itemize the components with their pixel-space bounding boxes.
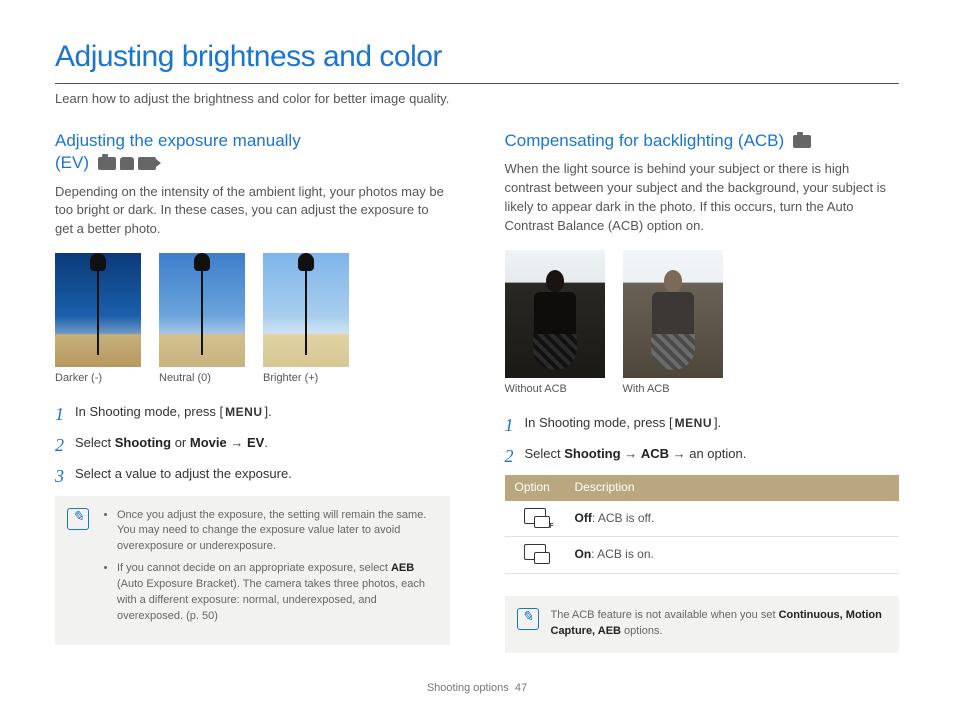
cell-text: : ACB is on.	[591, 547, 654, 561]
ev-heading-line1: Adjusting the exposure manually	[55, 131, 301, 150]
table-header-description: Description	[565, 475, 900, 500]
bold: Movie	[190, 435, 227, 450]
step-text: ].	[265, 404, 272, 419]
page-number: 47	[515, 682, 527, 694]
sample-neutral	[159, 253, 245, 367]
acb-heading-text: Compensating for backlighting (ACB)	[505, 131, 785, 150]
ev-steps: In Shooting mode, press [MENU]. Select S…	[55, 403, 450, 484]
acb-sample-row: Without ACB With ACB	[505, 250, 900, 398]
step-text: → an option.	[669, 446, 746, 461]
step-text: Select	[525, 446, 565, 461]
bold: AEB	[391, 562, 414, 574]
ev-step-1: In Shooting mode, press [MENU].	[55, 403, 450, 422]
anti-shake-mode-icon	[120, 157, 134, 170]
note-text: If you cannot decide on an appropriate e…	[117, 562, 391, 574]
left-column: Adjusting the exposure manually (EV) Dep…	[55, 130, 450, 653]
step-text: In Shooting mode, press [	[75, 404, 223, 419]
ev-step-2: Select Shooting or Movie → EV.	[55, 434, 450, 453]
step-text: In Shooting mode, press [	[525, 415, 673, 430]
note-icon: ✎	[67, 508, 89, 530]
acb-heading: Compensating for backlighting (ACB)	[505, 130, 900, 152]
camera-mode-icon	[98, 157, 116, 170]
sample-darker	[55, 253, 141, 367]
camera-mode-icon	[793, 135, 811, 148]
acb-options-table: Option Description OFF Off: ACB is off. …	[505, 475, 900, 573]
bold: On	[575, 547, 592, 561]
step-text: →	[227, 435, 247, 450]
ev-sample-row: Darker (-) Neutral (0) Brighter (+)	[55, 253, 450, 387]
acb-step-1: In Shooting mode, press [MENU].	[505, 414, 900, 433]
acb-note-box: ✎ The ACB feature is not available when …	[505, 596, 900, 654]
step-text: ].	[714, 415, 721, 430]
ev-heading: Adjusting the exposure manually (EV)	[55, 130, 450, 174]
note-icon: ✎	[517, 608, 539, 630]
acb-steps: In Shooting mode, press [MENU]. Select S…	[505, 414, 900, 464]
sample-without-acb	[505, 250, 605, 378]
note-item: Once you adjust the exposure, the settin…	[117, 508, 436, 556]
footer-section: Shooting options	[427, 682, 509, 694]
table-header-option: Option	[505, 475, 565, 500]
caption-with-acb: With ACB	[623, 382, 723, 398]
note-text: The ACB feature is not available when yo…	[551, 609, 779, 621]
page-title: Adjusting brightness and color	[55, 35, 899, 84]
caption-neutral: Neutral (0)	[159, 371, 245, 387]
cell-text: : ACB is off.	[592, 511, 654, 525]
menu-button-label: MENU	[673, 415, 714, 432]
note-item: If you cannot decide on an appropriate e…	[117, 561, 436, 625]
table-row: OFF Off: ACB is off.	[505, 501, 900, 537]
ev-note-box: ✎ Once you adjust the exposure, the sett…	[55, 496, 450, 646]
bold: Shooting	[564, 446, 620, 461]
acb-on-icon	[524, 544, 546, 560]
step-text: →	[621, 446, 641, 461]
page-lead: Learn how to adjust the brightness and c…	[55, 90, 899, 109]
note-text: (Auto Exposure Bracket). The camera take…	[117, 578, 425, 622]
bold: Shooting	[115, 435, 171, 450]
caption-darker: Darker (-)	[55, 371, 141, 387]
table-row: On: ACB is on.	[505, 537, 900, 573]
video-mode-icon	[138, 157, 156, 170]
right-column: Compensating for backlighting (ACB) When…	[505, 130, 900, 653]
step-text: .	[264, 435, 268, 450]
sample-brighter	[263, 253, 349, 367]
acb-intro: When the light source is behind your sub…	[505, 160, 900, 235]
step-text: Select	[75, 435, 115, 450]
bold: ACB	[641, 446, 669, 461]
caption-without-acb: Without ACB	[505, 382, 605, 398]
ev-step-3: Select a value to adjust the exposure.	[55, 465, 450, 484]
acb-off-icon: OFF	[524, 508, 546, 524]
page-footer: Shooting options 47	[55, 681, 899, 697]
step-text: or	[171, 435, 190, 450]
acb-step-2: Select Shooting → ACB → an option.	[505, 445, 900, 464]
menu-button-label: MENU	[223, 404, 264, 421]
ev-intro: Depending on the intensity of the ambien…	[55, 183, 450, 240]
note-text: options.	[621, 625, 663, 637]
bold: Off	[575, 511, 592, 525]
ev-heading-line2: (EV)	[55, 153, 89, 172]
caption-brighter: Brighter (+)	[263, 371, 349, 387]
sample-with-acb	[623, 250, 723, 378]
bold: EV	[247, 435, 264, 450]
